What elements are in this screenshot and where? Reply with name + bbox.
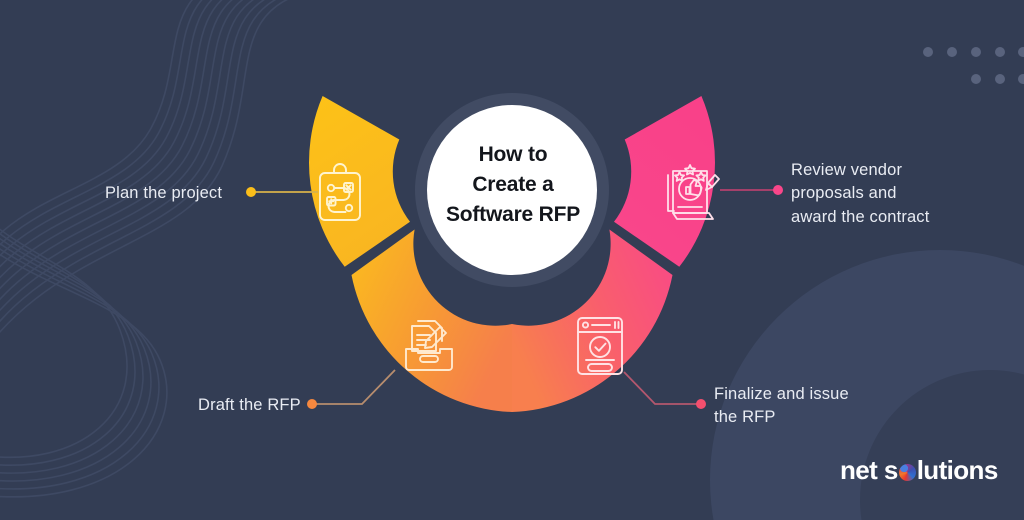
connector-dot-draft <box>307 399 317 409</box>
infographic-canvas: How to Create a Software RFP Plan the pr… <box>0 0 1024 520</box>
net-solutions-logo[interactable]: net s lutions <box>840 455 998 486</box>
step-label-draft[interactable]: Draft the RFP <box>198 394 301 417</box>
connector-review <box>720 185 783 195</box>
connector-dot-review <box>773 185 783 195</box>
connector-plan <box>246 187 318 197</box>
step-label-plan[interactable]: Plan the project <box>105 182 222 205</box>
gradient-sphere-icon <box>898 464 916 481</box>
page-title: How to Create a Software RFP <box>445 143 581 226</box>
logo-text-after: lutions <box>916 455 999 485</box>
step-label-review[interactable]: Review vendor proposals and award the co… <box>791 159 929 229</box>
connector-dot-finalize <box>696 399 706 409</box>
logo-text-before: net s <box>840 455 898 485</box>
connector-draft <box>307 369 396 409</box>
connector-dot-plan <box>246 187 256 197</box>
connector-lines <box>246 185 783 409</box>
step-label-finalize[interactable]: Finalize and issue the RFP <box>714 383 849 430</box>
connector-finalize <box>623 371 706 409</box>
